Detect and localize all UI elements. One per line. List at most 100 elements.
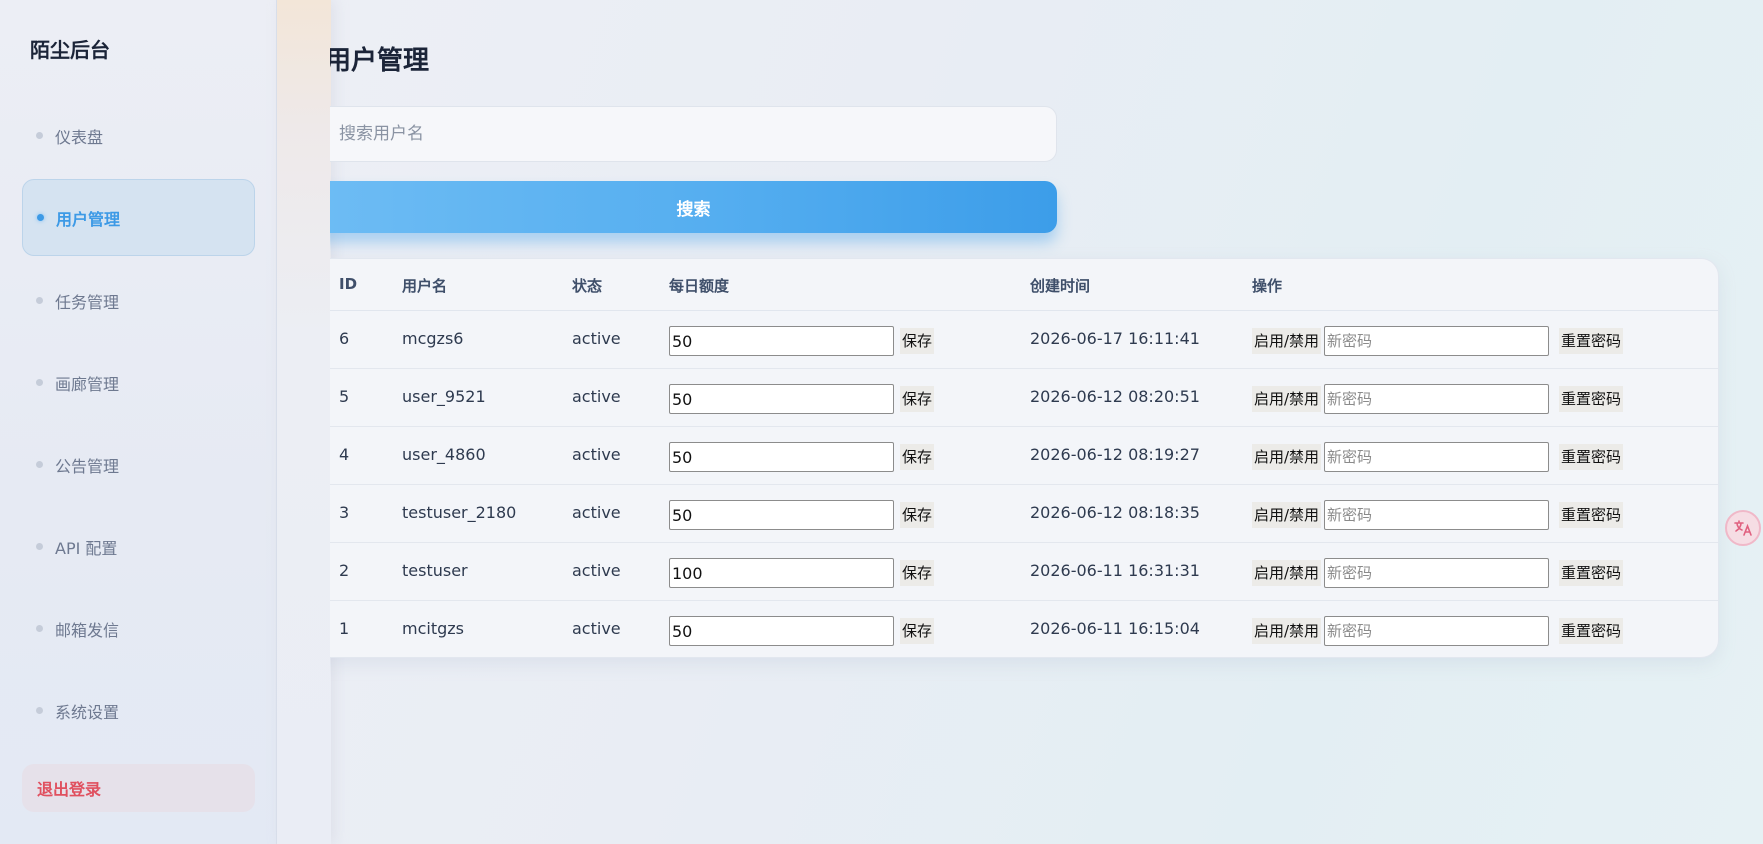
sidebar-item-label: 系统设置 xyxy=(55,702,120,722)
new-password-input[interactable] xyxy=(1324,442,1549,472)
reset-password-button[interactable]: 重置密码 xyxy=(1559,328,1624,354)
sidebar-item-api-config[interactable]: API 配置 xyxy=(22,508,255,585)
translate-icon[interactable] xyxy=(1725,510,1761,546)
sidebar-item-settings[interactable]: 系统设置 xyxy=(22,672,255,749)
dot-icon xyxy=(36,625,43,632)
quota-input[interactable] xyxy=(669,500,894,530)
sidebar-item-label: 用户管理 xyxy=(56,209,121,229)
new-password-input[interactable] xyxy=(1324,384,1549,414)
page-title: 用户管理 xyxy=(330,46,430,76)
reset-password-button[interactable]: 重置密码 xyxy=(1559,386,1624,412)
reset-password-button[interactable]: 重置密码 xyxy=(1559,618,1624,644)
cell-created: 2026-06-12 08:18:35 xyxy=(1030,503,1200,522)
sidebar-item-users[interactable]: 用户管理 xyxy=(22,179,255,256)
toggle-status-button[interactable]: 启用/禁用 xyxy=(1252,386,1322,412)
cell-username: user_9521 xyxy=(402,387,486,406)
sidebar-item-label: 画廊管理 xyxy=(55,374,120,394)
cell-status: active xyxy=(572,445,621,464)
cell-status: active xyxy=(572,387,621,406)
search-input[interactable] xyxy=(330,106,1057,162)
save-button[interactable]: 保存 xyxy=(900,386,935,412)
new-password-input[interactable] xyxy=(1324,558,1549,588)
cell-id: 6 xyxy=(339,329,350,348)
cell-username: testuser xyxy=(402,561,468,580)
reset-password-button[interactable]: 重置密码 xyxy=(1559,560,1624,586)
dot-icon xyxy=(36,543,43,550)
quota-input[interactable] xyxy=(669,442,894,472)
sidebar-item-label: 任务管理 xyxy=(55,292,120,312)
cell-created: 2026-06-12 08:20:51 xyxy=(1030,387,1200,406)
cell-id: 3 xyxy=(339,503,350,522)
cell-status: active xyxy=(572,619,621,638)
cell-status: active xyxy=(572,561,621,580)
cell-created: 2026-06-12 08:19:27 xyxy=(1030,445,1200,464)
dot-icon xyxy=(36,461,43,468)
cell-id: 4 xyxy=(339,445,350,464)
logout-button[interactable]: 退出登录 xyxy=(22,764,255,812)
cell-id: 5 xyxy=(339,387,350,406)
header-id: ID xyxy=(339,275,358,293)
header-username: 用户名 xyxy=(402,277,448,295)
sidebar-item-announcements[interactable]: 公告管理 xyxy=(22,426,255,503)
cell-id: 1 xyxy=(339,619,350,638)
main-content: 用户管理 搜索 ID 用户名 状态 每日额度 创建时间 操作 6 mcgzs6 … xyxy=(330,0,1763,844)
save-button[interactable]: 保存 xyxy=(900,444,935,470)
sidebar-item-label: 仪表盘 xyxy=(55,127,104,147)
dot-icon xyxy=(36,297,43,304)
cell-username: user_4860 xyxy=(402,445,486,464)
cell-id: 2 xyxy=(339,561,350,580)
dot-icon xyxy=(36,132,43,139)
new-password-input[interactable] xyxy=(1324,326,1549,356)
header-actions: 操作 xyxy=(1252,277,1283,295)
cell-username: mcitgzs xyxy=(402,619,464,638)
reset-password-button[interactable]: 重置密码 xyxy=(1559,502,1624,528)
table-row: 4 user_4860 active 保存 2026-06-12 08:19:2… xyxy=(330,427,1718,485)
translate-glyph-icon xyxy=(1734,520,1752,536)
sidebar-item-label: 邮箱发信 xyxy=(55,620,120,640)
cell-status: active xyxy=(572,329,621,348)
sidebar-item-mail[interactable]: 邮箱发信 xyxy=(22,590,255,667)
users-table: ID 用户名 状态 每日额度 创建时间 操作 6 mcgzs6 active 保… xyxy=(330,258,1719,658)
dot-icon xyxy=(36,379,43,386)
cell-created: 2026-06-11 16:15:04 xyxy=(1030,619,1200,638)
sidebar-shadow-divider xyxy=(277,0,331,844)
sidebar-item-dashboard[interactable]: 仪表盘 xyxy=(22,97,255,174)
brand-title: 陌尘后台 xyxy=(30,38,110,62)
header-status: 状态 xyxy=(572,277,603,295)
toggle-status-button[interactable]: 启用/禁用 xyxy=(1252,560,1322,586)
toggle-status-button[interactable]: 启用/禁用 xyxy=(1252,444,1322,470)
sidebar: 陌尘后台 仪表盘 用户管理 任务管理 画廊管理 公告管理 API 配置 邮箱发信… xyxy=(0,0,277,844)
table-row: 5 user_9521 active 保存 2026-06-12 08:20:5… xyxy=(330,369,1718,427)
cell-username: testuser_2180 xyxy=(402,503,517,522)
quota-input[interactable] xyxy=(669,384,894,414)
sidebar-item-label: API 配置 xyxy=(55,538,118,558)
cell-status: active xyxy=(572,503,621,522)
table-row: 3 testuser_2180 active 保存 2026-06-12 08:… xyxy=(330,485,1718,543)
new-password-input[interactable] xyxy=(1324,500,1549,530)
cell-created: 2026-06-11 16:31:31 xyxy=(1030,561,1200,580)
table-row: 1 mcitgzs active 保存 2026-06-11 16:15:04 … xyxy=(330,601,1718,659)
toggle-status-button[interactable]: 启用/禁用 xyxy=(1252,618,1322,644)
quota-input[interactable] xyxy=(669,616,894,646)
dot-icon xyxy=(37,214,44,221)
search-button[interactable]: 搜索 xyxy=(330,181,1057,233)
save-button[interactable]: 保存 xyxy=(900,618,935,644)
quota-input[interactable] xyxy=(669,558,894,588)
toggle-status-button[interactable]: 启用/禁用 xyxy=(1252,328,1322,354)
sidebar-item-tasks[interactable]: 任务管理 xyxy=(22,262,255,339)
table-row: 2 testuser active 保存 2026-06-11 16:31:31… xyxy=(330,543,1718,601)
reset-password-button[interactable]: 重置密码 xyxy=(1559,444,1624,470)
quota-input[interactable] xyxy=(669,326,894,356)
sidebar-item-gallery[interactable]: 画廊管理 xyxy=(22,344,255,421)
save-button[interactable]: 保存 xyxy=(900,328,935,354)
save-button[interactable]: 保存 xyxy=(900,560,935,586)
header-quota: 每日额度 xyxy=(669,277,730,295)
save-button[interactable]: 保存 xyxy=(900,502,935,528)
header-created: 创建时间 xyxy=(1030,277,1091,295)
new-password-input[interactable] xyxy=(1324,616,1549,646)
cell-created: 2026-06-17 16:11:41 xyxy=(1030,329,1200,348)
sidebar-item-label: 公告管理 xyxy=(55,456,120,476)
toggle-status-button[interactable]: 启用/禁用 xyxy=(1252,502,1322,528)
table-row: 6 mcgzs6 active 保存 2026-06-17 16:11:41 启… xyxy=(330,311,1718,369)
cell-username: mcgzs6 xyxy=(402,329,464,348)
